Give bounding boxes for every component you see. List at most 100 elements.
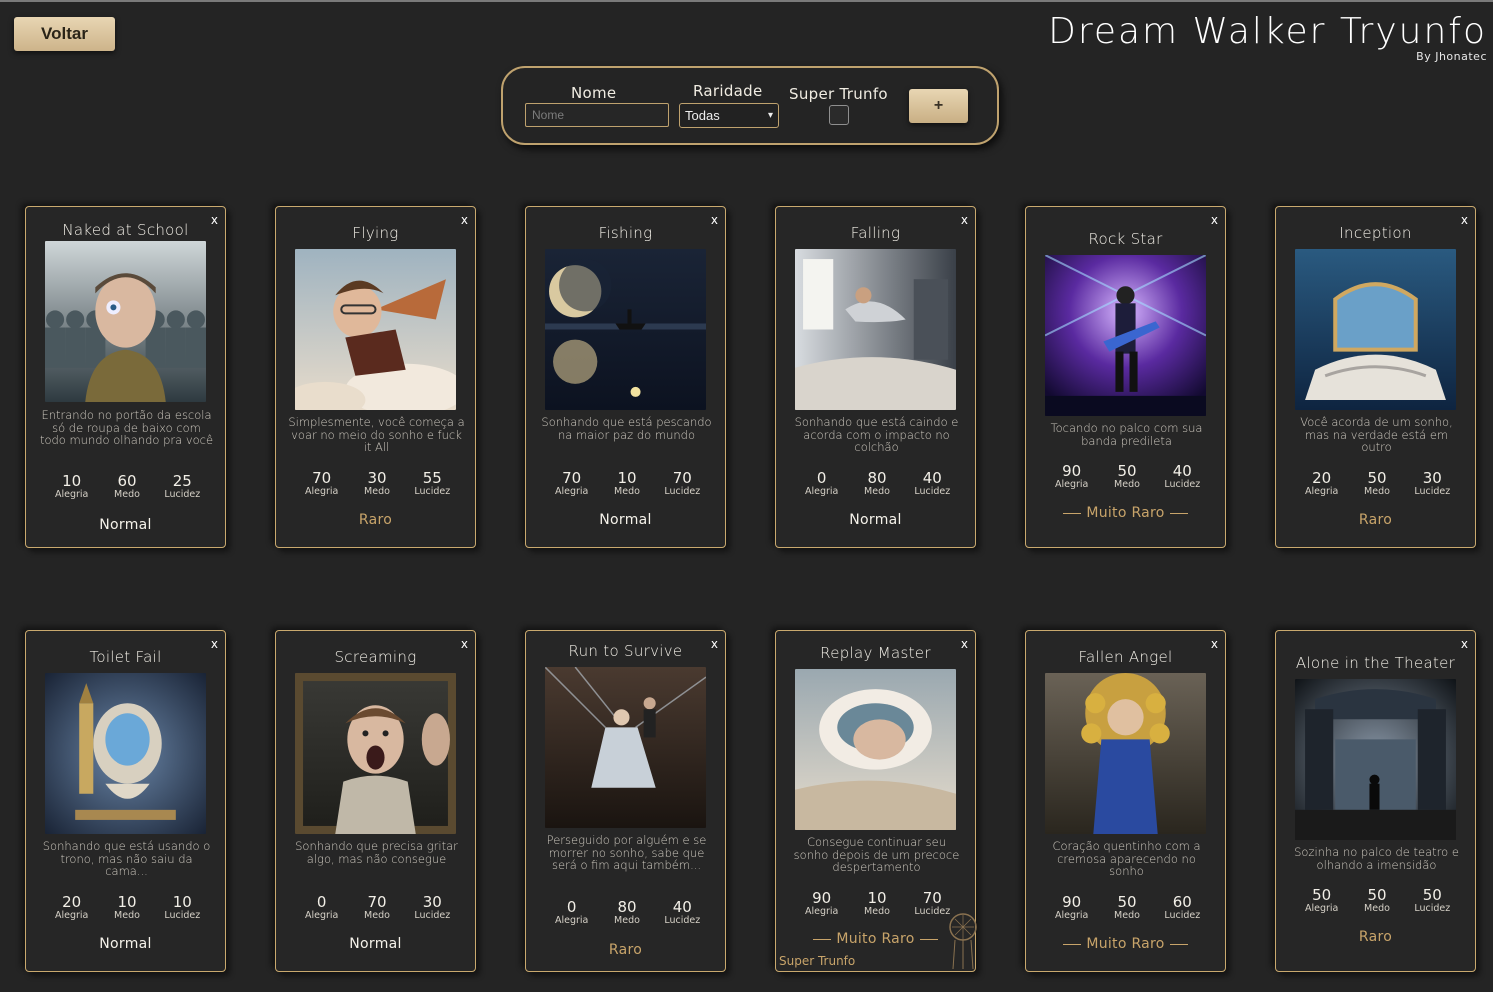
attribute-label: Medo (864, 486, 890, 497)
attribute-value: 50 (1117, 893, 1137, 911)
card-attribute: 40 Lucidez (905, 470, 960, 497)
card-attributes: 90 Alegria 50 Medo 40 Lucidez (1044, 463, 1210, 490)
add-card-button[interactable]: + (909, 89, 968, 123)
attribute-label: Medo (864, 906, 890, 917)
attribute-value: 40 (1172, 462, 1192, 480)
top-border (0, 0, 1493, 2)
card-attribute: 40 Lucidez (1155, 463, 1210, 490)
card: x Falling Sonhando que está caindo e aco… (775, 206, 976, 548)
attribute-value: 70 (562, 469, 582, 487)
attribute-label: Alegria (304, 486, 339, 497)
card-attribute: 50 Medo (1099, 894, 1154, 921)
card: x Toilet Fail Sonhando que está usando o… (25, 630, 226, 972)
attribute-label: Alegria (554, 486, 589, 497)
card-attribute: 90 Alegria (1044, 894, 1099, 921)
card-attributes: 0 Alegria 80 Medo 40 Lucidez (544, 899, 710, 926)
rarity-selected-value: Todas (685, 108, 720, 123)
attribute-label: Medo (364, 910, 390, 921)
attribute-label: Alegria (1304, 486, 1339, 497)
attribute-value: 80 (617, 898, 637, 916)
card: x Alone in the Theater Sozinha no palco … (1275, 630, 1476, 972)
back-button[interactable]: Voltar (14, 17, 115, 51)
card-attribute: 90 Alegria (794, 890, 849, 917)
card-image (295, 673, 456, 834)
card-attribute: 50 Lucidez (1405, 887, 1460, 914)
card-attributes: 20 Alegria 50 Medo 30 Lucidez (1294, 470, 1460, 497)
card-image (795, 669, 956, 830)
chevron-down-icon: ▾ (767, 110, 773, 121)
card-attribute: 30 Lucidez (405, 894, 460, 921)
attribute-value: 30 (1422, 469, 1442, 487)
attribute-value: 40 (922, 469, 942, 487)
delete-card-button[interactable]: x (1211, 213, 1218, 227)
attribute-value: 10 (867, 889, 887, 907)
filter-panel: Nome Raridade Todas ▾ Super Trunfo + (501, 66, 999, 145)
card-description: Tocando no palco com sua banda predileta (1050, 421, 1203, 448)
card-attribute: 10 Alegria (44, 473, 99, 500)
card-title: Run to Survive (568, 642, 683, 660)
card-attribute: 50 Medo (1099, 463, 1154, 490)
attribute-label: Lucidez (1164, 910, 1201, 921)
rarity-filter-label: Raridade (693, 82, 763, 100)
attribute-value: 10 (62, 472, 82, 490)
card-rarity: Normal (599, 512, 652, 528)
attribute-value: 70 (367, 893, 387, 911)
attribute-value: 20 (1312, 469, 1332, 487)
attribute-value: 30 (422, 893, 442, 911)
attribute-label: Alegria (1054, 910, 1089, 921)
attribute-label: Lucidez (914, 486, 951, 497)
card-image (295, 249, 456, 410)
attribute-value: 50 (1312, 886, 1332, 904)
attribute-label: Lucidez (664, 915, 701, 926)
attribute-value: 90 (1062, 893, 1082, 911)
brand-title: Dream Walker Tryunfo (1048, 11, 1487, 52)
card-rarity: Raro (1358, 512, 1393, 528)
attribute-label: Alegria (1054, 479, 1089, 490)
card: x Inception Você acorda de um sonho, mas… (1275, 206, 1476, 548)
attribute-label: Medo (1114, 910, 1140, 921)
card-description: Sonhando que precisa gritar algo, mas nã… (295, 839, 458, 866)
card-attribute: 25 Lucidez (155, 473, 210, 500)
card-attribute: 40 Lucidez (655, 899, 710, 926)
attribute-label: Alegria (554, 915, 589, 926)
attribute-label: Alegria (804, 906, 839, 917)
card-attributes: 50 Alegria 50 Medo 50 Lucidez (1294, 887, 1460, 914)
card-rarity: Muito Raro (1026, 505, 1225, 521)
attribute-value: 20 (62, 893, 82, 911)
card-image (45, 673, 206, 834)
card-attributes: 70 Alegria 30 Medo 55 Lucidez (294, 470, 460, 497)
card-rarity: Raro (608, 942, 643, 958)
card-attributes: 0 Alegria 80 Medo 40 Lucidez (794, 470, 960, 497)
card-title: Toilet Fail (89, 648, 162, 666)
card: x Replay Master Consegue continuar seu s… (775, 630, 977, 972)
delete-card-button[interactable]: x (1461, 637, 1468, 651)
card-attribute: 0 Alegria (544, 899, 599, 926)
card-attribute: 10 Medo (99, 894, 154, 921)
card-description: Sonhando que está caindo e acorda com o … (794, 415, 959, 454)
attribute-value: 70 (672, 469, 692, 487)
card-image (795, 249, 956, 410)
attribute-value: 40 (672, 898, 692, 916)
card-attribute: 60 Medo (99, 473, 154, 500)
attribute-label: Medo (1114, 479, 1140, 490)
card-attribute: 55 Lucidez (405, 470, 460, 497)
card-attributes: 10 Alegria 60 Medo 25 Lucidez (44, 473, 210, 500)
super-trunfo-filter-label: Super Trunfo (789, 85, 888, 103)
super-trunfo-tag: Super Trunfo (779, 954, 856, 968)
card-attribute: 80 Medo (599, 899, 654, 926)
card-title: Inception (1339, 224, 1412, 242)
card-rarity: Normal (99, 517, 152, 533)
card: x Naked at School Entrando no portão da … (25, 206, 226, 548)
card-title: Replay Master (820, 644, 931, 662)
card-title: Naked at School (62, 221, 189, 239)
card-attribute: 10 Medo (599, 470, 654, 497)
super-trunfo-checkbox[interactable] (829, 105, 849, 125)
name-filter-input[interactable] (525, 103, 669, 127)
card-attribute: 90 Alegria (1044, 463, 1099, 490)
rarity-filter-select[interactable]: Todas ▾ (679, 103, 779, 128)
attribute-value: 55 (422, 469, 442, 487)
card-attribute: 0 Alegria (794, 470, 849, 497)
card: x Flying Simplesmente, você começa a voa… (275, 206, 476, 548)
card-title: Flying (352, 224, 399, 242)
card-attributes: 0 Alegria 70 Medo 30 Lucidez (294, 894, 460, 921)
